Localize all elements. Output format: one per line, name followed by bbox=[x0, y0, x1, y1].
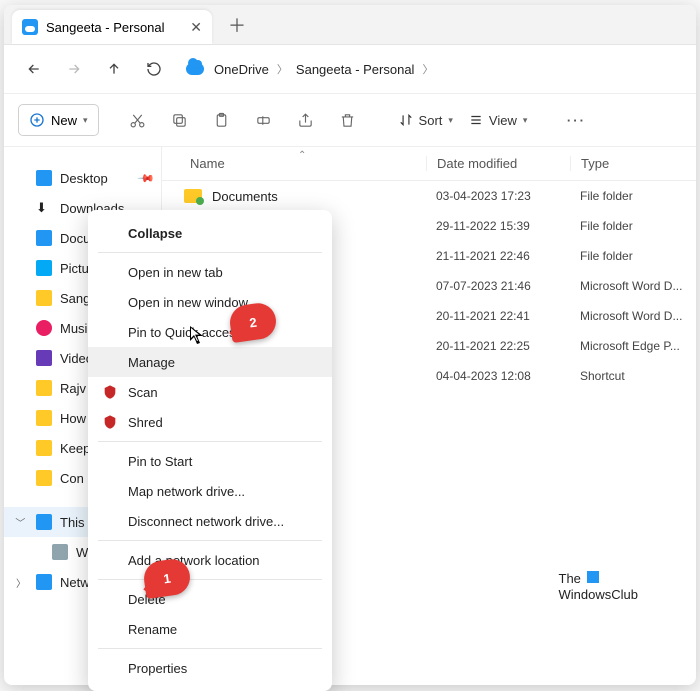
new-label: New bbox=[51, 113, 77, 128]
ctx-disconnect-drive[interactable]: Disconnect network drive... bbox=[88, 506, 332, 536]
paste-button[interactable] bbox=[203, 104, 241, 136]
sort-button[interactable]: Sort ▾ bbox=[393, 113, 459, 128]
ctx-scan[interactable]: Scan bbox=[88, 377, 332, 407]
pin-icon: 📌 bbox=[137, 169, 156, 188]
chevron-right-icon: 〉 bbox=[277, 61, 288, 77]
view-label: View bbox=[489, 113, 517, 128]
sidebar-item-desktop[interactable]: Desktop📌 bbox=[4, 163, 161, 193]
ctx-shred[interactable]: Shred bbox=[88, 407, 332, 437]
folder-icon bbox=[36, 440, 52, 456]
onedrive-icon bbox=[22, 19, 38, 35]
documents-icon bbox=[36, 230, 52, 246]
close-icon[interactable]: ✕ bbox=[190, 19, 202, 36]
folder-icon bbox=[36, 470, 52, 486]
pictures-icon bbox=[36, 260, 52, 276]
onedrive-cloud-icon bbox=[186, 63, 204, 75]
ctx-open-new-tab[interactable]: Open in new tab bbox=[88, 257, 332, 287]
chevron-down-icon: ▾ bbox=[448, 115, 453, 126]
mcafee-icon bbox=[102, 414, 118, 430]
ctx-properties[interactable]: Properties bbox=[88, 653, 332, 683]
ctx-open-new-window[interactable]: Open in new window bbox=[88, 287, 332, 317]
share-button[interactable] bbox=[287, 104, 325, 136]
ctx-rename[interactable]: Rename bbox=[88, 614, 332, 644]
rename-button[interactable] bbox=[245, 104, 283, 136]
music-icon bbox=[36, 320, 52, 336]
forward-button[interactable] bbox=[56, 51, 92, 87]
ctx-pin-quick-access[interactable]: Pin to Quick access bbox=[88, 317, 332, 347]
context-menu: Collapse Open in new tab Open in new win… bbox=[88, 210, 332, 691]
column-headers[interactable]: ⌃ Name Date modified Type bbox=[162, 147, 696, 181]
tab-active[interactable]: Sangeeta - Personal ✕ bbox=[12, 10, 212, 44]
breadcrumb-root[interactable]: OneDrive bbox=[214, 62, 269, 77]
nav-bar: OneDrive 〉 Sangeeta - Personal 〉 bbox=[4, 45, 696, 93]
breadcrumb-folder[interactable]: Sangeeta - Personal bbox=[296, 62, 415, 77]
view-button[interactable]: View ▾ bbox=[463, 113, 533, 128]
chevron-down-icon: ▾ bbox=[83, 115, 88, 126]
delete-button[interactable] bbox=[329, 104, 367, 136]
chevron-down-icon: ▾ bbox=[523, 115, 528, 126]
folder-icon bbox=[36, 290, 52, 306]
ctx-delete[interactable]: Delete bbox=[88, 584, 332, 614]
tab-title: Sangeeta - Personal bbox=[46, 20, 165, 35]
network-icon bbox=[36, 574, 52, 590]
command-bar: New ▾ Sort ▾ View ▾ ··· bbox=[4, 94, 696, 146]
mcafee-icon bbox=[102, 384, 118, 400]
downloads-icon: ⬇ bbox=[36, 200, 52, 216]
new-button[interactable]: New ▾ bbox=[18, 104, 99, 136]
file-row[interactable]: Documents03-04-2023 17:23File folder bbox=[162, 181, 696, 211]
ctx-collapse[interactable]: Collapse bbox=[88, 218, 332, 248]
folder-icon bbox=[36, 380, 52, 396]
pc-icon bbox=[36, 514, 52, 530]
refresh-button[interactable] bbox=[136, 51, 172, 87]
watermark: The WindowsClub bbox=[559, 571, 638, 602]
new-tab-button[interactable]: ＋ bbox=[228, 12, 246, 44]
column-date[interactable]: Date modified bbox=[426, 156, 570, 171]
chevron-right-icon[interactable]: 〉 bbox=[16, 575, 26, 590]
cut-button[interactable] bbox=[119, 104, 157, 136]
sort-asc-icon: ⌃ bbox=[298, 150, 306, 161]
chevron-right-icon: 〉 bbox=[422, 61, 433, 77]
copy-button[interactable] bbox=[161, 104, 199, 136]
ctx-map-drive[interactable]: Map network drive... bbox=[88, 476, 332, 506]
tab-strip: Sangeeta - Personal ✕ ＋ bbox=[4, 5, 696, 45]
folder-icon bbox=[184, 189, 202, 203]
column-name[interactable]: Name bbox=[190, 156, 426, 171]
videos-icon bbox=[36, 350, 52, 366]
more-button[interactable]: ··· bbox=[557, 104, 595, 136]
sort-label: Sort bbox=[419, 113, 443, 128]
folder-icon bbox=[36, 410, 52, 426]
breadcrumb[interactable]: OneDrive 〉 Sangeeta - Personal 〉 bbox=[186, 61, 433, 77]
square-icon bbox=[587, 571, 599, 583]
ctx-add-location[interactable]: Add a network location bbox=[88, 545, 332, 575]
drive-icon bbox=[52, 544, 68, 560]
ctx-pin-start[interactable]: Pin to Start bbox=[88, 446, 332, 476]
cursor-icon bbox=[190, 326, 206, 346]
ctx-manage[interactable]: Manage bbox=[88, 347, 332, 377]
back-button[interactable] bbox=[16, 51, 52, 87]
column-type[interactable]: Type bbox=[570, 156, 696, 171]
chevron-down-icon[interactable]: 〉 bbox=[14, 517, 29, 527]
desktop-icon bbox=[36, 170, 52, 186]
up-button[interactable] bbox=[96, 51, 132, 87]
